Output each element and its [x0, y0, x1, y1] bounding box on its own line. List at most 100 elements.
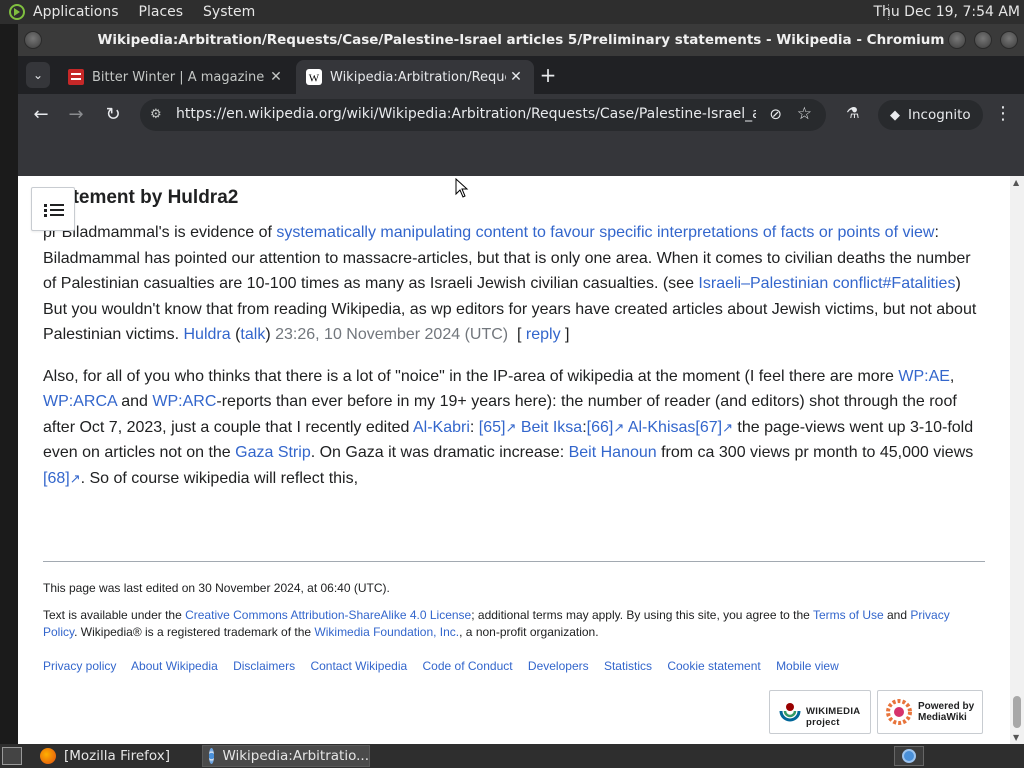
timestamp: 23:26, 10 November 2024 (UTC)	[275, 326, 509, 343]
desktop-edge	[0, 24, 18, 744]
scroll-down-icon[interactable]: ▼	[1013, 733, 1019, 742]
clock[interactable]: Thu Dec 19, 7:54 AM	[873, 0, 1020, 24]
url-text[interactable]: https://en.wikipedia.org/wiki/Wikipedia:…	[176, 106, 756, 122]
footer-link-about[interactable]: About Wikipedia	[131, 659, 218, 673]
close-window-button[interactable]	[1000, 31, 1018, 49]
toc-list-icon	[44, 204, 47, 207]
license-link[interactable]: Creative Commons Attribution-ShareAlike …	[185, 608, 471, 622]
reply-link[interactable]: reply	[526, 326, 561, 343]
close-tab-icon[interactable]: ✕	[266, 69, 286, 85]
address-bar[interactable]: ⚙ https://en.wikipedia.org/wiki/Wikipedi…	[140, 99, 826, 131]
scroll-up-icon[interactable]: ▲	[1013, 178, 1019, 187]
tab-strip: ⌄ Bitter Winter | A magazine on ✕ W Wiki…	[18, 56, 1024, 94]
link-al-kabri[interactable]: Al-Kabri	[413, 419, 470, 436]
ref-68[interactable]: [68]	[43, 470, 70, 487]
wikimedia-badge[interactable]: WIKIMEDIA project	[769, 690, 871, 734]
task-chromium[interactable]: Wikipedia:Arbitratio...	[202, 745, 370, 767]
labs-flask-icon[interactable]: ⚗	[846, 104, 859, 122]
table-of-contents-button[interactable]	[31, 187, 75, 231]
user-link[interactable]: Huldra	[184, 326, 231, 343]
external-link-icon: ↗	[69, 470, 81, 486]
ref-65[interactable]: [65]	[479, 419, 506, 436]
terms-link[interactable]: Terms of Use	[813, 608, 884, 622]
link-al-khisas[interactable]: Al-Khisas	[628, 419, 696, 436]
toc-dot	[44, 209, 47, 212]
link-wp-arca[interactable]: WP:ARCA	[43, 393, 117, 410]
back-icon[interactable]: ←	[30, 104, 52, 126]
link-wp-ae[interactable]: WP:AE	[898, 368, 950, 385]
text: and	[883, 608, 911, 622]
menu-system[interactable]: System	[203, 4, 255, 20]
window-title: Wikipedia:Arbitration/Requests/Case/Pale…	[97, 32, 945, 48]
close-tab-icon[interactable]: ✕	[506, 69, 526, 85]
menu-places[interactable]: Places	[139, 4, 184, 20]
footer-link-disclaimers[interactable]: Disclaimers	[233, 659, 295, 673]
text: ; additional terms may apply. By using t…	[471, 608, 813, 622]
ref-66[interactable]: [66]	[587, 419, 614, 436]
menu-applications[interactable]: Applications	[33, 4, 119, 20]
link-gaza-strip[interactable]: Gaza Strip	[235, 444, 311, 461]
taskbar: [Mozilla Firefox] Wikipedia:Arbitratio..…	[0, 744, 1024, 768]
external-link-icon: ↗	[722, 419, 733, 435]
wikimedia-badge-label: WIKIMEDIA project	[806, 706, 861, 728]
ref-67[interactable]: [67]	[695, 419, 722, 436]
footer-links: Privacy policy About Wikipedia Disclaime…	[43, 659, 985, 673]
firefox-icon	[40, 748, 56, 764]
wikimedia-logo-icon	[779, 703, 801, 722]
bookmark-star-icon[interactable]: ☆	[797, 104, 812, 124]
minimize-button[interactable]	[948, 31, 966, 49]
browser-toolbar: ← → ↻ ⚙ https://en.wikipedia.org/wiki/Wi…	[18, 94, 1024, 136]
applications-icon[interactable]	[9, 4, 25, 20]
wmf-link[interactable]: Wikimedia Foundation, Inc.	[314, 625, 459, 639]
page-scrollbar[interactable]: ▲ ▼	[1010, 176, 1024, 744]
text: and	[116, 393, 153, 410]
chromium-tray-glyph	[902, 749, 916, 763]
mouse-cursor-icon	[455, 178, 469, 198]
more-menu-icon[interactable]: ⋮	[994, 103, 1012, 124]
top-panel: Applications Places System Thu Dec 19, 7…	[0, 0, 1024, 24]
forward-icon[interactable]: →	[65, 104, 87, 126]
window-menu-button[interactable]	[24, 31, 42, 49]
footer-link-privacy[interactable]: Privacy policy	[43, 659, 116, 673]
eye-off-icon[interactable]: ⊘	[769, 105, 782, 123]
incognito-label: Incognito	[908, 107, 971, 123]
scroll-thumb[interactable]	[1013, 696, 1021, 728]
footer-link-statistics[interactable]: Statistics	[604, 659, 652, 673]
link-manipulating-content[interactable]: systematically manipulating content to f…	[276, 224, 934, 241]
task-firefox[interactable]: [Mozilla Firefox]	[34, 745, 200, 767]
wikipedia-favicon: W	[306, 69, 322, 85]
last-edited: This page was last edited on 30 November…	[43, 581, 390, 595]
tab-bitter-winter[interactable]: Bitter Winter | A magazine on ✕	[58, 60, 294, 94]
link-beit-iksa[interactable]: Beit Iksa	[521, 419, 582, 436]
page-viewport: Statement by Huldra2 pr Biladmammal's is…	[18, 176, 1024, 744]
link-beit-hanoun[interactable]: Beit Hanoun	[569, 444, 657, 461]
site-info-icon[interactable]: ⚙	[150, 107, 166, 123]
browser-window: Wikipedia:Arbitration/Requests/Case/Pale…	[18, 24, 1024, 744]
show-desktop-icon[interactable]	[2, 747, 22, 765]
tab-wikipedia[interactable]: W Wikipedia:Arbitration/Requests ✕	[296, 60, 534, 94]
link-fatalities[interactable]: Israeli–Palestinian conflict#Fatalities	[698, 275, 955, 292]
incognito-badge[interactable]: ◆ Incognito	[878, 100, 983, 130]
task-label: Wikipedia:Arbitratio...	[222, 748, 369, 764]
paragraph-1: pr Biladmammal's is evidence of systemat…	[43, 224, 977, 343]
paragraph-2: Also, for all of you who thinks that the…	[43, 367, 974, 487]
footer-link-contact[interactable]: Contact Wikipedia	[310, 659, 407, 673]
text: pr Biladmammal's is evidence of	[43, 224, 277, 241]
license-text: Text is available under the Creative Com…	[43, 607, 985, 641]
window-titlebar[interactable]: Wikipedia:Arbitration/Requests/Case/Pale…	[18, 24, 1024, 56]
new-tab-button[interactable]: +	[538, 65, 558, 85]
toc-line	[50, 214, 64, 216]
footer-link-conduct[interactable]: Code of Conduct	[423, 659, 513, 673]
tab-search-button[interactable]: ⌄	[26, 62, 50, 88]
mediawiki-badge-label: Powered by MediaWiki	[918, 701, 975, 723]
link-wp-arc[interactable]: WP:ARC	[152, 393, 216, 410]
talk-link[interactable]: talk	[240, 326, 265, 343]
mediawiki-badge[interactable]: Powered by MediaWiki	[877, 690, 983, 734]
footer-link-cookies[interactable]: Cookie statement	[667, 659, 760, 673]
maximize-button[interactable]	[974, 31, 992, 49]
reload-icon[interactable]: ↻	[102, 104, 124, 126]
bitter-winter-favicon	[68, 69, 84, 85]
footer-link-mobile[interactable]: Mobile view	[776, 659, 839, 673]
footer-link-developers[interactable]: Developers	[528, 659, 589, 673]
tray-chromium-icon[interactable]	[894, 746, 924, 766]
